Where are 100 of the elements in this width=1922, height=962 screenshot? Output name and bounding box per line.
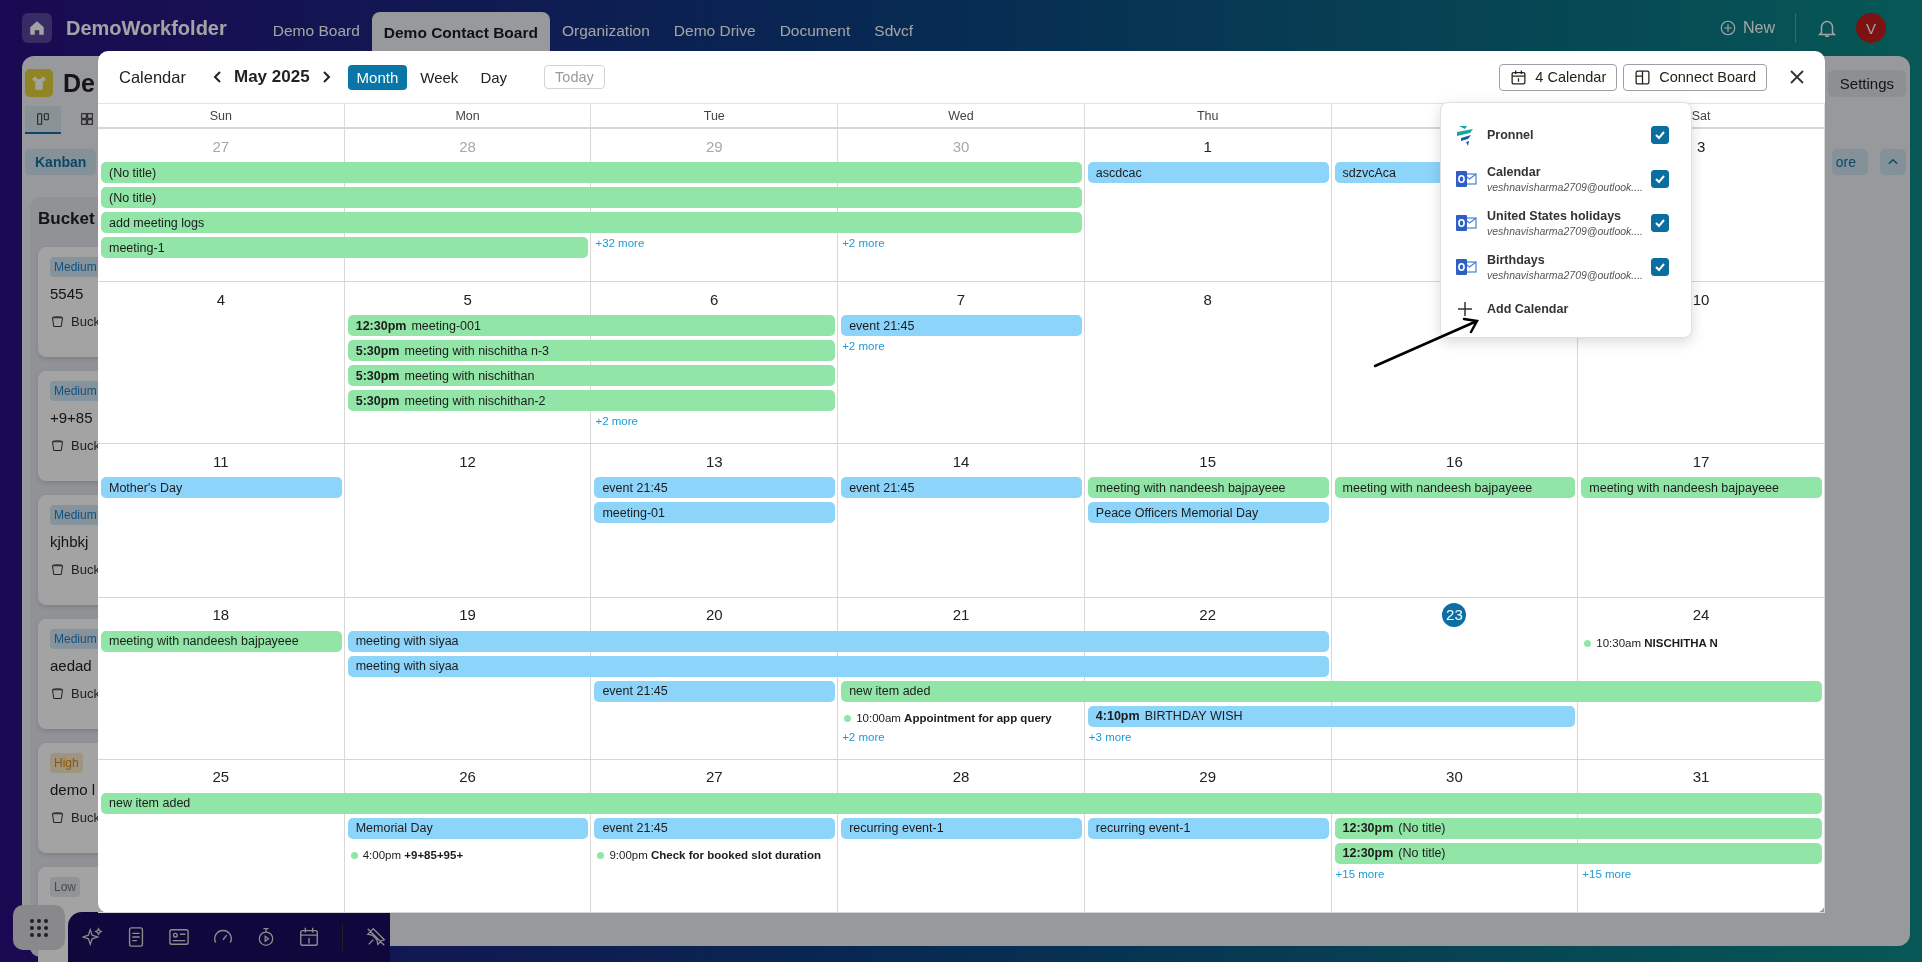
- event-bar[interactable]: meeting-01: [594, 502, 836, 524]
- event-bar[interactable]: 4:10pm BIRTHDAY WISH: [1087, 705, 1576, 727]
- checkbox[interactable]: [1651, 126, 1669, 144]
- day-number[interactable]: 23: [1442, 602, 1467, 627]
- previous-icon[interactable]: [211, 70, 224, 84]
- day-number[interactable]: 6: [702, 287, 727, 312]
- account-email: veshnavisharma2709@outlook....: [1487, 181, 1641, 193]
- day-number[interactable]: 26: [455, 764, 480, 789]
- timed-event[interactable]: 4:00pm +9+85+95+: [362, 849, 464, 862]
- id-card-icon[interactable]: [168, 927, 190, 947]
- event-bar[interactable]: (No title): [101, 187, 1082, 208]
- day-number[interactable]: 30: [1442, 764, 1467, 789]
- event-bar[interactable]: 5:30pm meeting with nischithan-2: [347, 390, 836, 412]
- event-bar[interactable]: meeting with nandeesh bajpayeee: [1087, 477, 1329, 499]
- day-number[interactable]: 27: [702, 764, 727, 789]
- board-tab[interactable]: Demo Drive: [661, 12, 768, 50]
- settings-button[interactable]: Settings: [1827, 69, 1906, 97]
- event-bar[interactable]: 5:30pm meeting with nischitha n-3: [347, 340, 836, 362]
- priority-tag: Medium: [50, 381, 101, 401]
- checkbox[interactable]: [1651, 214, 1669, 232]
- view-tab[interactable]: Day: [471, 64, 517, 90]
- event-bar[interactable]: 12:30pm meeting-001: [347, 315, 836, 337]
- calendar-name: Calendar: [1487, 165, 1542, 179]
- sparkles-icon[interactable]: [82, 926, 104, 948]
- event-bar[interactable]: event 21:45: [594, 817, 836, 839]
- pin-off-icon[interactable]: [365, 926, 387, 948]
- timed-event[interactable]: 10:30am NISCHITHA N: [1596, 637, 1718, 650]
- view-tab[interactable]: Week: [411, 64, 468, 90]
- board-tab[interactable]: Sdvcf: [862, 12, 926, 50]
- day-number[interactable]: 18: [208, 602, 233, 627]
- plus-icon[interactable]: [1457, 301, 1473, 317]
- checkbox[interactable]: [1651, 258, 1669, 276]
- event-bar[interactable]: meeting with siyaa: [347, 630, 1329, 652]
- day-number[interactable]: 13: [702, 449, 727, 474]
- day-number[interactable]: 4: [208, 287, 233, 312]
- event-bar[interactable]: 12:30pm (No title): [1334, 842, 1822, 864]
- event-bar[interactable]: meeting with siyaa: [347, 655, 1329, 677]
- day-number[interactable]: 29: [1195, 764, 1220, 789]
- day-number[interactable]: 21: [949, 602, 973, 627]
- day-number[interactable]: 10: [1689, 287, 1714, 312]
- checkbox[interactable]: [1651, 170, 1669, 188]
- timed-event[interactable]: 10:00am Appointment for app query: [856, 712, 1052, 725]
- board-tab[interactable]: Organization: [549, 12, 662, 50]
- day-number[interactable]: 1: [1195, 134, 1220, 158]
- event-bar[interactable]: meeting-1: [101, 237, 589, 258]
- day-number[interactable]: 31: [1689, 764, 1714, 789]
- timed-event[interactable]: 9:00pm Check for booked slot duration: [609, 849, 821, 862]
- event-bar[interactable]: Mother's Day: [101, 477, 342, 499]
- day-number[interactable]: 24: [1689, 602, 1714, 627]
- event-bar[interactable]: event 21:45: [841, 315, 1082, 337]
- event-bar[interactable]: add meeting logs: [101, 212, 1082, 233]
- board-tab[interactable]: Demo Board: [260, 12, 372, 50]
- calendar-name: Pronnel: [1487, 128, 1535, 142]
- event-bar[interactable]: event 21:45: [594, 680, 836, 702]
- event-bar[interactable]: (No title): [101, 162, 1082, 183]
- add-calendar-link[interactable]: Add Calendar: [1487, 302, 1569, 316]
- event-bar[interactable]: Memorial Day: [347, 817, 589, 839]
- avatar[interactable]: V: [1856, 13, 1886, 43]
- event-bar[interactable]: recurring event-1: [1087, 817, 1329, 839]
- event-bar[interactable]: meeting with nandeesh bajpayeee: [1334, 477, 1576, 499]
- event-bar[interactable]: meeting with nandeesh bajpayeee: [1581, 477, 1822, 499]
- event-bar[interactable]: recurring event-1: [841, 817, 1082, 839]
- calendars-button[interactable]: 4 Calendar: [1499, 63, 1618, 91]
- day-number[interactable]: 25: [208, 764, 233, 789]
- day-number[interactable]: 14: [949, 449, 973, 474]
- calendar-icon[interactable]: [298, 926, 320, 948]
- day-number[interactable]: 8: [1195, 287, 1220, 312]
- event-bar[interactable]: 12:30pm (No title): [1334, 817, 1822, 839]
- day-number[interactable]: 16: [1442, 449, 1467, 474]
- day-number[interactable]: 28: [949, 764, 973, 789]
- close-icon[interactable]: [1789, 69, 1805, 85]
- new-button[interactable]: New: [1719, 19, 1775, 37]
- event-bar[interactable]: 5:30pm meeting with nischithan: [347, 365, 836, 387]
- board-tab[interactable]: Document: [767, 12, 863, 50]
- event-bar[interactable]: event 21:45: [594, 477, 836, 499]
- apps-button[interactable]: [13, 905, 65, 950]
- bucket-icon: [50, 810, 65, 825]
- event-bar[interactable]: Peace Officers Memorial Day: [1087, 502, 1329, 524]
- connect-board-button[interactable]: Connect Board: [1623, 63, 1767, 91]
- event-bar[interactable]: ascdcac: [1087, 162, 1329, 183]
- day-number[interactable]: 17: [1689, 449, 1714, 474]
- day-number[interactable]: 11: [208, 449, 233, 474]
- card-title: demo l: [50, 781, 96, 798]
- day-number[interactable]: 20: [702, 602, 727, 627]
- day-number[interactable]: 5: [455, 287, 480, 312]
- day-number[interactable]: 15: [1195, 449, 1220, 474]
- day-number[interactable]: 19: [455, 602, 480, 627]
- document-icon[interactable]: [126, 926, 146, 948]
- shirt-icon: [25, 69, 53, 97]
- view-tab[interactable]: Month: [347, 64, 408, 90]
- event-bar[interactable]: meeting with nandeesh bajpayeee: [101, 630, 342, 652]
- collapse-button[interactable]: [1880, 149, 1906, 175]
- day-number[interactable]: 12: [455, 449, 480, 474]
- stopwatch-icon[interactable]: [256, 926, 276, 948]
- day-number[interactable]: 22: [1195, 602, 1220, 627]
- event-bar[interactable]: new item aded: [841, 680, 1822, 702]
- event-bar[interactable]: event 21:45: [841, 477, 1082, 499]
- event-bar[interactable]: new item aded: [101, 792, 1822, 814]
- day-number[interactable]: 7: [949, 287, 973, 312]
- day-number[interactable]: 3: [1689, 134, 1714, 158]
